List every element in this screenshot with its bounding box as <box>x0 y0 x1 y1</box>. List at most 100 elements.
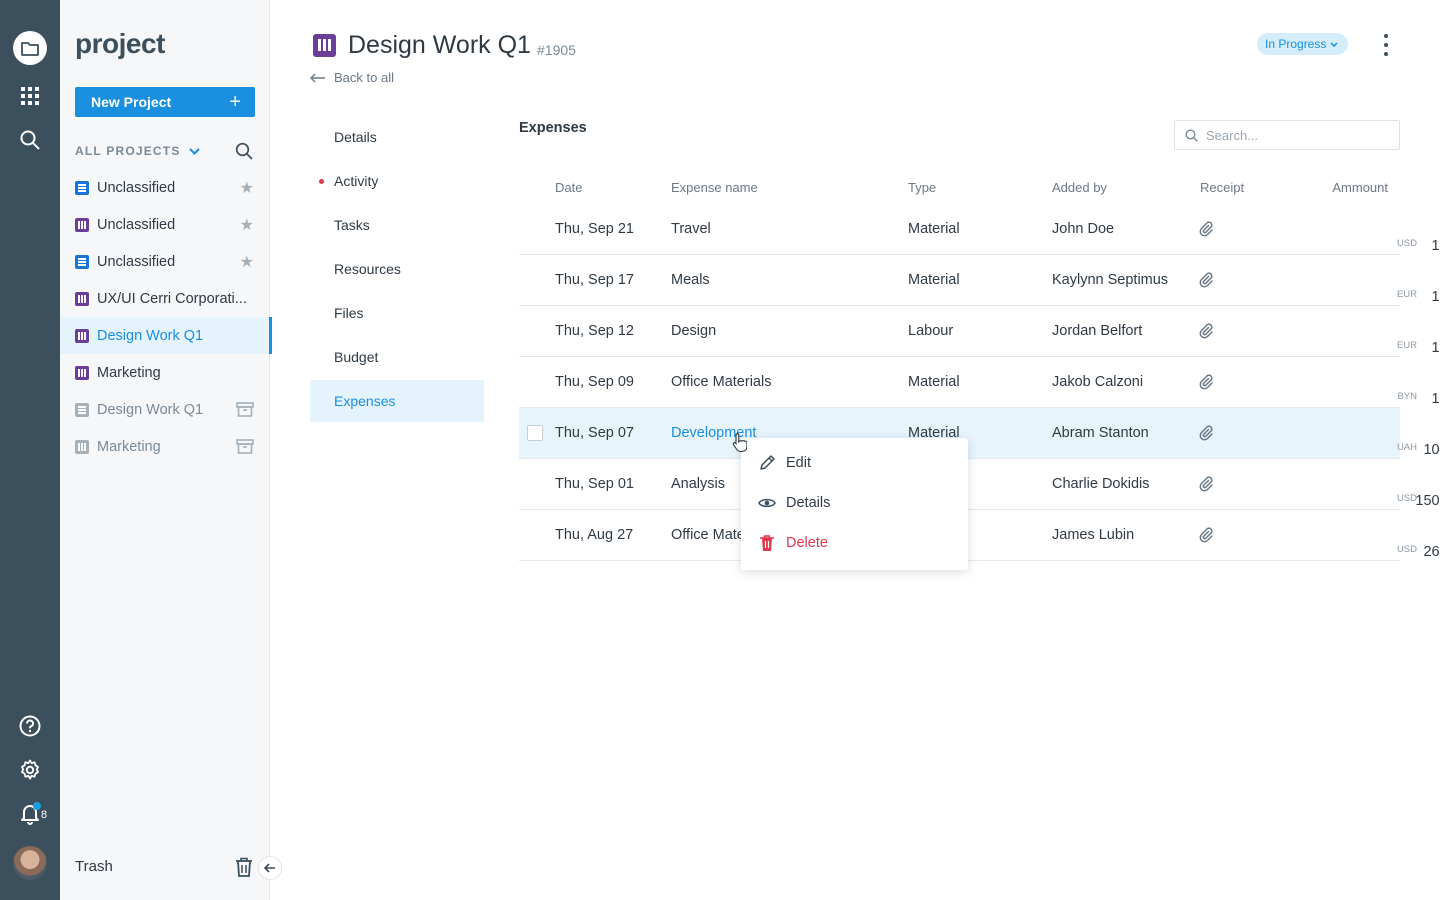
project-item[interactable]: Unclassified ★ <box>60 243 270 280</box>
menu-item-edit[interactable]: Edit <box>741 443 968 483</box>
project-item[interactable]: Marketing <box>60 354 270 391</box>
paperclip-icon[interactable] <box>1198 272 1214 292</box>
column-header[interactable]: Date <box>555 180 582 195</box>
menu-item-delete[interactable]: Delete <box>741 523 968 563</box>
project-id: #1905 <box>537 42 576 58</box>
project-item-archived[interactable]: Marketing <box>60 428 270 465</box>
cell-added-by: John Doe <box>1052 221 1115 237</box>
column-header[interactable]: Receipt <box>1200 180 1244 195</box>
cell-name[interactable]: Office Mate <box>671 527 745 543</box>
status-dropdown[interactable]: In Progress <box>1257 33 1349 55</box>
board-icon <box>313 34 336 57</box>
paperclip-icon[interactable] <box>1198 323 1214 343</box>
cell-added-by: Jakob Calzoni <box>1052 374 1144 390</box>
paperclip-icon[interactable] <box>1198 374 1214 394</box>
cell-added-by: Jordan Belfort <box>1052 323 1143 339</box>
project-search-icon[interactable] <box>235 142 253 165</box>
paperclip-icon[interactable] <box>1198 476 1214 496</box>
column-header[interactable]: Ammount <box>1332 180 1388 195</box>
project-tabs: Details Activity Tasks Resources Files B… <box>310 116 484 424</box>
tab-tasks[interactable]: Tasks <box>310 204 484 246</box>
star-icon[interactable]: ★ <box>240 215 254 235</box>
unread-dot <box>319 179 324 184</box>
cell-name[interactable]: Office Materials <box>671 374 771 390</box>
project-item[interactable]: UX/UI Cerri Corporati... <box>60 280 270 317</box>
project-label: UX/UI Cerri Corporati... <box>97 290 247 307</box>
section-title: Expenses <box>519 120 587 136</box>
column-header[interactable]: Added by <box>1052 180 1107 195</box>
cell-name[interactable]: Analysis <box>671 476 725 492</box>
project-item-active[interactable]: Design Work Q1 <box>60 317 272 354</box>
all-projects-label: ALL PROJECTS <box>75 144 181 158</box>
project-item[interactable]: Unclassified ★ <box>60 206 270 243</box>
menu-item-details[interactable]: Details <box>741 483 968 523</box>
apps-grid-icon[interactable] <box>15 81 45 111</box>
eye-icon <box>758 498 776 508</box>
collapse-sidebar-button[interactable] <box>258 856 282 880</box>
expense-search[interactable] <box>1174 120 1400 150</box>
search-icon[interactable] <box>15 125 45 155</box>
project-item-archived[interactable]: Design Work Q1 <box>60 391 270 428</box>
search-icon <box>1185 128 1198 142</box>
cell-date: Thu, Sep 07 <box>555 425 634 441</box>
project-item[interactable]: Unclassified ★ <box>60 169 270 206</box>
tab-activity[interactable]: Activity <box>310 160 484 202</box>
tab-details[interactable]: Details <box>310 116 484 158</box>
tab-resources[interactable]: Resources <box>310 248 484 290</box>
help-icon[interactable] <box>15 711 45 741</box>
trash-link[interactable]: Trash <box>75 858 113 875</box>
search-input[interactable] <box>1206 127 1386 143</box>
arrow-left-icon <box>264 863 275 873</box>
tab-files[interactable]: Files <box>310 292 484 334</box>
folder-icon[interactable] <box>13 31 47 65</box>
project-label: Marketing <box>97 364 161 381</box>
archive-icon[interactable] <box>236 439 254 454</box>
tab-budget[interactable]: Budget <box>310 336 484 378</box>
new-project-button[interactable]: New Project + <box>75 87 255 117</box>
cell-date: Thu, Sep 01 <box>555 476 634 492</box>
paperclip-icon[interactable] <box>1198 425 1214 445</box>
cell-date: Thu, Sep 17 <box>555 272 634 288</box>
back-to-all-link[interactable]: Back to all <box>310 70 394 85</box>
all-projects-dropdown[interactable]: ALL PROJECTS <box>75 144 200 158</box>
currency-code: USD <box>1396 544 1417 555</box>
column-header[interactable]: Expense name <box>671 180 758 195</box>
table-row[interactable]: Thu, Sep 17 Meals Material Kaylynn Septi… <box>519 255 1440 306</box>
more-options-icon[interactable] <box>1376 32 1396 58</box>
cell-date: Thu, Aug 27 <box>555 527 634 543</box>
cell-name[interactable]: Meals <box>671 272 710 288</box>
trash-icon[interactable] <box>235 857 253 877</box>
archive-icon[interactable] <box>236 402 254 417</box>
cell-name[interactable]: Design <box>671 323 716 339</box>
settings-gear-icon[interactable] <box>15 755 45 785</box>
currency-code: UAH <box>1396 442 1417 453</box>
cell-name[interactable]: Travel <box>671 221 711 237</box>
table-row[interactable]: Thu, Sep 21 Travel Material John Doe 1.2… <box>519 204 1440 255</box>
arrow-left-icon <box>310 73 325 82</box>
user-avatar[interactable] <box>13 846 47 880</box>
paperclip-icon[interactable] <box>1198 527 1214 547</box>
cell-type: Material <box>908 374 960 390</box>
table-row[interactable]: Thu, Sep 09 Office Materials Material Ja… <box>519 357 1440 408</box>
paperclip-icon[interactable] <box>1198 221 1214 241</box>
page-title: Design Work Q1 <box>348 31 531 59</box>
back-label: Back to all <box>334 70 394 85</box>
list-icon <box>75 254 89 269</box>
table-header: Date Expense name Type Added by Receipt … <box>519 176 1400 200</box>
tab-expenses[interactable]: Expenses <box>310 380 484 422</box>
pencil-icon <box>760 455 775 470</box>
row-context-menu: Edit Details Delete <box>741 438 968 570</box>
star-icon[interactable]: ★ <box>240 178 254 198</box>
table-row[interactable]: Thu, Sep 12 Design Labour Jordan Belfort… <box>519 306 1440 357</box>
currency-code: BYN <box>1397 391 1417 402</box>
cell-added-by: Kaylynn Septimus <box>1052 272 1169 288</box>
column-header[interactable]: Type <box>908 180 936 195</box>
menu-item-label: Details <box>786 495 831 511</box>
currency-code: USD <box>1396 238 1417 249</box>
cell-date: Thu, Sep 21 <box>555 221 634 237</box>
currency-code: USD <box>1396 493 1417 504</box>
star-icon[interactable]: ★ <box>240 252 254 272</box>
list-icon <box>75 180 89 195</box>
row-checkbox[interactable] <box>527 425 543 441</box>
list-icon <box>75 402 89 417</box>
